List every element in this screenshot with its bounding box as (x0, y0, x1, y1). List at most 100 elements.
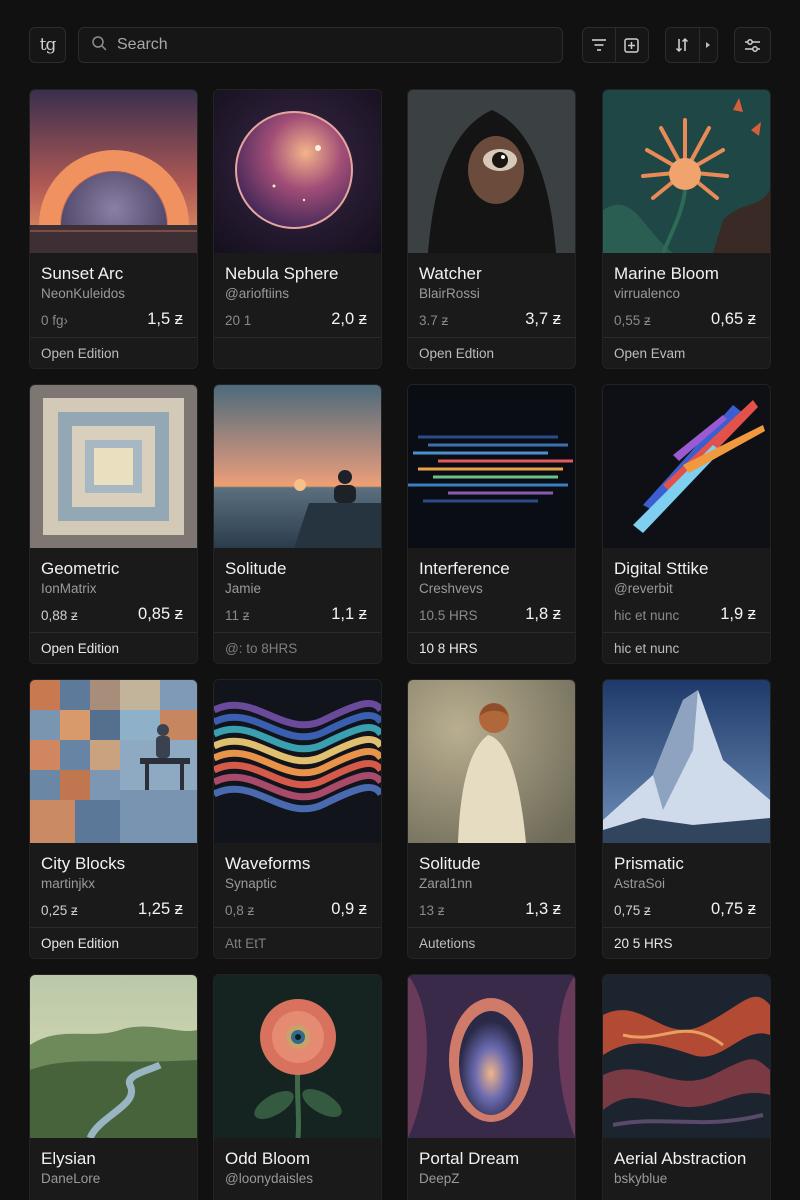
artwork-card[interactable]: Geometric IonMatrix 0,88 ƶ 0,85 ƶ Open E… (29, 384, 198, 664)
card-artist[interactable]: AstraSoi (614, 876, 665, 891)
artwork-card[interactable]: Solitude Jamie 11 ƶ 1,1 ƶ @: to 8HRS (213, 384, 382, 664)
card-title: Watcher (419, 264, 482, 283)
card-divider (30, 337, 197, 338)
sort-chevron[interactable] (700, 28, 717, 62)
card-divider (603, 927, 770, 928)
sort-dropdown[interactable] (665, 27, 718, 63)
card-edition: 20 5 HRS (614, 936, 673, 951)
card-artist[interactable]: bskyblue (614, 1171, 667, 1186)
card-title: Interference (419, 559, 510, 578)
card-divider (214, 632, 381, 633)
card-edition: Att EtT (225, 936, 267, 951)
card-price: 1,5 ƶ (147, 310, 183, 328)
card-price: 3,7 ƶ (525, 310, 561, 328)
card-edition: hic et nunc (614, 641, 680, 656)
card-artist[interactable]: @loonydaisles (225, 1171, 313, 1186)
card-edition: Open Edition (41, 641, 120, 656)
search-icon (91, 35, 107, 56)
card-artist[interactable]: BlairRossi (419, 286, 480, 301)
card-artist[interactable]: DaneLore (41, 1171, 100, 1186)
card-artist[interactable]: martinjkx (41, 876, 95, 891)
card-artist[interactable]: Creshvevs (419, 581, 483, 596)
artwork-card[interactable]: Aerial Abstraction bskyblue (602, 974, 771, 1200)
card-subprice: 0,8 ƶ (225, 903, 255, 918)
card-artist[interactable]: IonMatrix (41, 581, 97, 596)
artwork-card[interactable]: Elysian DaneLore (29, 974, 198, 1200)
card-price: 1,25 ƶ (138, 900, 183, 918)
card-subprice: 3.7 ƶ (419, 313, 449, 328)
card-divider (603, 632, 770, 633)
card-artist[interactable]: Synaptic (225, 876, 277, 891)
artwork-card[interactable]: Prismatic AstraSoi 0,75 ƶ 0,75 ƶ 20 5 HR… (602, 679, 771, 959)
card-title: Geometric (41, 559, 120, 578)
artwork-image (30, 90, 197, 253)
card-divider (214, 337, 381, 338)
grid-view-button[interactable] (616, 28, 648, 62)
card-edition: Open Edition (41, 346, 120, 361)
card-subprice: 13 ƶ (419, 903, 445, 918)
filter-icon (592, 39, 606, 51)
sliders-icon (745, 38, 760, 52)
sort-button[interactable] (666, 28, 699, 62)
card-divider (214, 927, 381, 928)
card-title: Nebula Sphere (225, 264, 339, 283)
artwork-image (408, 90, 575, 253)
card-title: Sunset Arc (41, 264, 124, 283)
settings-button[interactable] (734, 27, 771, 63)
artwork-card[interactable]: Interference Creshvevs 10.5 HRS 1,8 ƶ 10… (407, 384, 576, 664)
card-edition: Open Edition (41, 936, 120, 951)
card-divider (408, 927, 575, 928)
artwork-image (30, 385, 197, 548)
card-price: 2,0 ƶ (331, 310, 367, 328)
card-artist[interactable]: virrualenco (614, 286, 680, 301)
artwork-card[interactable]: City Blocks martinjkx 0,25 ƶ 1,25 ƶ Open… (29, 679, 198, 959)
search-input[interactable] (117, 36, 537, 54)
card-artist[interactable]: @reverbit (614, 581, 673, 596)
card-divider (30, 927, 197, 928)
caret-right-icon (706, 42, 711, 48)
artwork-card[interactable]: Waveforms Synaptic 0,8 ƶ 0,9 ƶ Att EtT (213, 679, 382, 959)
card-artist[interactable]: Jamie (225, 581, 261, 596)
card-title: Solitude (225, 559, 287, 578)
card-edition: Open Edtion (419, 346, 495, 361)
card-title: Marine Bloom (614, 264, 719, 283)
sort-icon (676, 37, 689, 53)
artwork-image (408, 975, 575, 1138)
artwork-image (30, 975, 197, 1138)
artwork-card[interactable]: Digital Sttike @reverbit hic et nunc 1,9… (602, 384, 771, 664)
card-artist[interactable]: NeonKuleidos (41, 286, 125, 301)
card-title: Prismatic (614, 854, 684, 873)
card-artist[interactable]: DeepZ (419, 1171, 460, 1186)
view-controls (582, 27, 649, 63)
logo-button[interactable]: tg (29, 27, 66, 63)
card-divider (30, 632, 197, 633)
artwork-card[interactable]: Odd Bloom @loonydaisles (213, 974, 382, 1200)
artwork-card[interactable]: Solitude Zaral1nn 13 ƶ 1,3 ƶ Autetions (407, 679, 576, 959)
artwork-card[interactable]: Nebula Sphere @arioftiins 20 1 2,0 ƶ (213, 89, 382, 369)
filter-button[interactable] (583, 28, 615, 62)
artwork-card[interactable]: Sunset Arc NeonKuleidos 0 fg› 1,5 ƶ Open… (29, 89, 198, 369)
search-bar[interactable] (78, 27, 563, 63)
card-title: Waveforms (225, 854, 311, 873)
card-title: Solitude (419, 854, 481, 873)
card-price: 1,1 ƶ (331, 605, 367, 623)
artwork-image (214, 90, 381, 253)
card-subprice: 11 ƶ (225, 608, 250, 623)
card-title: Elysian (41, 1149, 96, 1168)
card-subprice: 20 1 (225, 313, 252, 328)
artwork-card[interactable]: Watcher BlairRossi 3.7 ƶ 3,7 ƶ Open Edti… (407, 89, 576, 369)
artwork-image (214, 680, 381, 843)
card-divider (603, 337, 770, 338)
card-divider (408, 632, 575, 633)
artwork-image (603, 90, 770, 253)
card-artist[interactable]: Zaral1nn (419, 876, 472, 891)
card-price: 0,65 ƶ (711, 310, 756, 328)
artwork-image (408, 680, 575, 843)
card-price: 0,9 ƶ (331, 900, 367, 918)
card-subprice: hic et nunc (614, 608, 680, 623)
artwork-card[interactable]: Marine Bloom virrualenco 0,55 ƶ 0,65 ƶ O… (602, 89, 771, 369)
card-subprice: 0 fg› (41, 313, 69, 328)
card-artist[interactable]: @arioftiins (225, 286, 289, 301)
artwork-card[interactable]: Portal Dream DeepZ (407, 974, 576, 1200)
card-title: Odd Bloom (225, 1149, 311, 1168)
